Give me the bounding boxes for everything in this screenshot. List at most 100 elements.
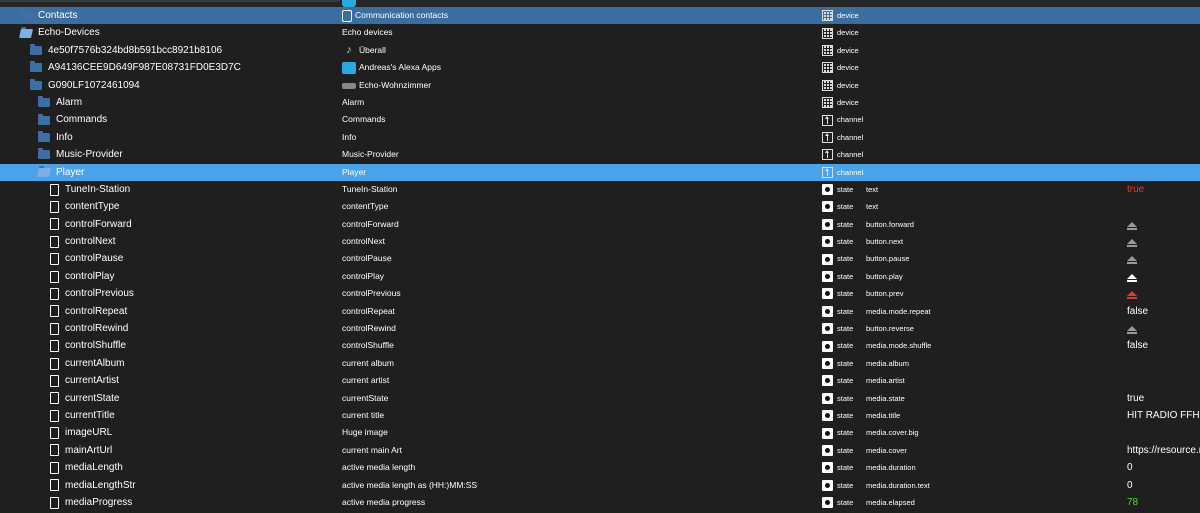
object-description-text: current album bbox=[342, 357, 394, 368]
tree-row[interactable]: 4e50f7576b324bd8b591bcc8921b8106 ♪ Überall… bbox=[0, 42, 1200, 59]
object-value-cell[interactable]: false bbox=[1127, 337, 1148, 354]
eject-icon[interactable] bbox=[1127, 221, 1137, 230]
tree-row[interactable]: imageURL Huge image state media.cover.big bbox=[0, 424, 1200, 441]
object-value-cell[interactable]: true bbox=[1127, 181, 1144, 198]
object-value-cell[interactable]: false bbox=[1127, 303, 1148, 320]
folder-icon[interactable] bbox=[38, 148, 50, 160]
tree-row[interactable]: currentAlbum current album state media.albu… bbox=[0, 355, 1200, 372]
object-name-cell: controlPlay bbox=[50, 268, 114, 285]
object-id-label: mediaLengthStr bbox=[65, 479, 136, 491]
object-description-text: Echo devices bbox=[342, 27, 393, 38]
state-icon bbox=[822, 288, 833, 300]
object-value-cell[interactable]: true bbox=[1127, 390, 1144, 407]
tree-row[interactable]: mediaLength active media length state media… bbox=[0, 459, 1200, 476]
object-name-cell: Player bbox=[37, 164, 84, 181]
object-value-cell[interactable]: HIT RADIO FFH bbox=[1127, 407, 1200, 424]
tree-row[interactable]: controlRepeat controlRepeat state media.mod… bbox=[0, 303, 1200, 320]
object-value-cell[interactable] bbox=[1127, 233, 1137, 250]
tree-row[interactable]: controlNext controlNext state button.next bbox=[0, 233, 1200, 250]
eject-icon[interactable] bbox=[1127, 291, 1137, 300]
tree-row[interactable]: TuneIn-Station TuneIn-Station state text tru… bbox=[0, 181, 1200, 198]
state-icon bbox=[822, 253, 833, 265]
object-value-cell[interactable] bbox=[1127, 216, 1137, 233]
state-icon bbox=[822, 236, 833, 248]
tree-row[interactable]: mediaProgress active media progress state m… bbox=[0, 494, 1200, 511]
object-description-cell: ♪ Überall bbox=[342, 42, 386, 59]
object-description-cell: active media length bbox=[342, 459, 415, 476]
tree-row[interactable]: controlPrevious controlPrevious state butto… bbox=[0, 285, 1200, 302]
object-type-text: state bbox=[837, 271, 854, 281]
object-type-cell: device bbox=[822, 42, 859, 59]
object-type-cell: state bbox=[822, 250, 853, 267]
object-type-text: state bbox=[837, 358, 854, 368]
tree-row[interactable]: Music-Provider Music-Provider channel bbox=[0, 146, 1200, 163]
object-role-cell: button.play bbox=[866, 271, 903, 281]
folder-open-icon[interactable] bbox=[37, 167, 51, 177]
object-value-cell[interactable]: 0 bbox=[1127, 459, 1133, 476]
folder-icon[interactable] bbox=[30, 43, 42, 55]
object-id-label: controlRewind bbox=[65, 323, 129, 335]
file-icon bbox=[50, 200, 59, 213]
object-type-text: device bbox=[837, 11, 859, 20]
tree-row[interactable]: Alarm Alarm device bbox=[0, 94, 1200, 111]
tree-row[interactable]: controlForward controlForward state button.… bbox=[0, 216, 1200, 233]
folder-open-icon[interactable] bbox=[19, 28, 33, 38]
folder-icon[interactable] bbox=[38, 130, 50, 142]
tree-row[interactable]: mainArtUrl current main Art state media.cov… bbox=[0, 442, 1200, 459]
state-icon bbox=[822, 479, 833, 491]
object-type-cell: device bbox=[822, 94, 859, 111]
object-description-cell: controlRewind bbox=[342, 320, 396, 337]
object-value-cell[interactable] bbox=[1127, 285, 1137, 302]
object-description-text: controlRepeat bbox=[342, 305, 395, 316]
tree-row[interactable]: Echo-Devices Echo devices device bbox=[0, 24, 1200, 41]
object-value-cell[interactable]: 0 bbox=[1127, 477, 1133, 494]
folder-icon[interactable] bbox=[30, 78, 42, 90]
tree-row[interactable]: Info Info channel bbox=[0, 129, 1200, 146]
eject-icon[interactable] bbox=[1127, 273, 1137, 282]
eject-icon[interactable] bbox=[1127, 256, 1137, 265]
object-value-cell[interactable]: https://resource.r... bbox=[1127, 442, 1200, 459]
object-type-text: state bbox=[837, 497, 854, 507]
folder-icon[interactable] bbox=[20, 9, 32, 21]
tree-row[interactable]: currentState currentState state media.state… bbox=[0, 390, 1200, 407]
tree-row[interactable]: currentTitle current title state media.titl… bbox=[0, 407, 1200, 424]
object-value-cell[interactable] bbox=[1127, 320, 1137, 337]
object-id-label: TuneIn-Station bbox=[65, 183, 131, 195]
tree-row[interactable]: A94136CEE9D649F987E08731FD0E3D7C Andreas'… bbox=[0, 59, 1200, 76]
object-value-cell[interactable] bbox=[1127, 268, 1137, 285]
file-icon bbox=[50, 461, 59, 474]
folder-icon[interactable] bbox=[38, 113, 50, 125]
tree-row[interactable]: currentArtist current artist state media.ar… bbox=[0, 372, 1200, 389]
tree-row[interactable]: G090LF1072461094 Echo-Wohnzimmer device bbox=[0, 77, 1200, 94]
object-type-cell: device bbox=[822, 7, 859, 24]
object-description-cell: TuneIn-Station bbox=[342, 181, 397, 198]
folder-icon[interactable] bbox=[30, 61, 42, 73]
tree-row[interactable]: mediaLengthStr active media length as (HH… bbox=[0, 477, 1200, 494]
file-icon bbox=[50, 305, 59, 318]
tree-row[interactable]: Commands Commands channel bbox=[0, 111, 1200, 128]
tree-row[interactable]: controlPause controlPause state button.paus… bbox=[0, 250, 1200, 267]
object-value-cell[interactable] bbox=[1127, 250, 1137, 267]
tree-row[interactable]: controlRewind controlRewind state button.re… bbox=[0, 320, 1200, 337]
object-value-cell[interactable]: 78 bbox=[1127, 494, 1138, 511]
object-type-cell: state bbox=[822, 424, 853, 441]
eject-icon[interactable] bbox=[1127, 239, 1137, 248]
channel-icon bbox=[822, 114, 833, 126]
device-icon bbox=[822, 10, 833, 22]
object-description-cell: controlShuffle bbox=[342, 337, 394, 354]
file-icon bbox=[50, 322, 59, 335]
file-icon bbox=[50, 427, 59, 440]
tree-row[interactable]: controlShuffle controlShuffle state media.m… bbox=[0, 337, 1200, 354]
folder-icon[interactable] bbox=[38, 96, 50, 108]
tree-row[interactable]: Player Player channel bbox=[0, 163, 1200, 181]
object-type-cell: state bbox=[822, 268, 853, 285]
tree-row[interactable]: controlPlay controlPlay state button.play bbox=[0, 268, 1200, 285]
object-description-cell: controlPause bbox=[342, 250, 392, 267]
eject-icon[interactable] bbox=[1127, 326, 1137, 335]
object-description-text: Andreas's Alexa Apps bbox=[359, 62, 441, 73]
object-role-cell: media.mode.shuffle bbox=[866, 341, 932, 351]
tree-row[interactable]: contentType contentType state text bbox=[0, 198, 1200, 215]
object-description-cell: active media progress bbox=[342, 494, 425, 511]
tree-row[interactable]: Contacts Communication contacts device bbox=[0, 7, 1200, 25]
object-type-cell: state bbox=[822, 285, 853, 302]
